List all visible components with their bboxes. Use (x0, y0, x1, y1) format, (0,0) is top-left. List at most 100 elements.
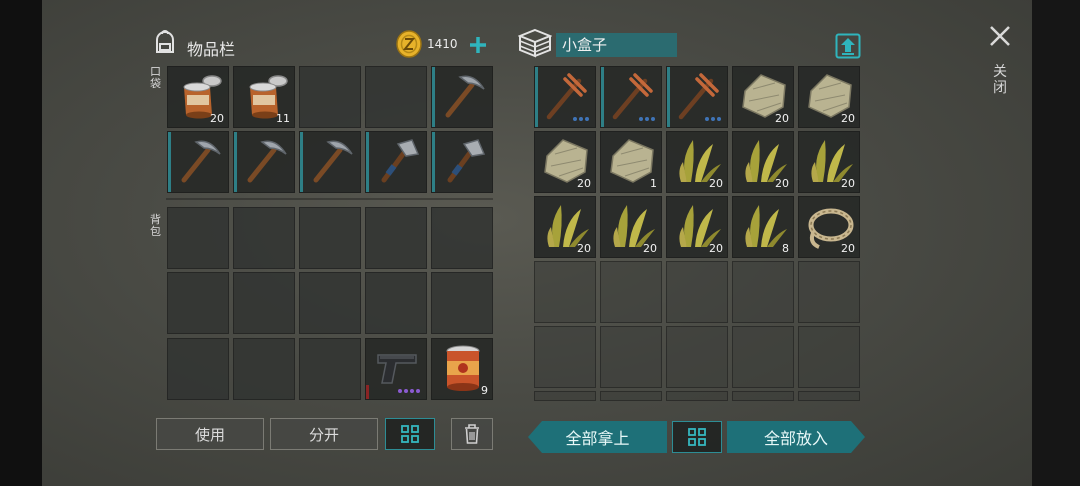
inventory-slot-plant-fiber[interactable]: 20 (600, 196, 662, 258)
empty-slot[interactable] (365, 272, 427, 334)
durability-bar (535, 67, 538, 127)
inventory-slot-plant-fiber[interactable]: 8 (732, 196, 794, 258)
empty-slot[interactable] (666, 326, 728, 388)
empty-slot[interactable] (732, 391, 794, 401)
inventory-slot-hatchet[interactable] (431, 131, 493, 193)
empty-slot[interactable] (534, 326, 596, 388)
empty-slot[interactable] (299, 207, 361, 269)
inventory-slot-food-can[interactable]: 9 (431, 338, 493, 400)
sort-container-button[interactable] (672, 421, 722, 453)
empty-slot[interactable] (233, 272, 295, 334)
empty-slot[interactable] (666, 261, 728, 323)
close-label[interactable]: 关闭 (993, 64, 1009, 96)
empty-slot[interactable] (233, 338, 295, 400)
inventory-slot-cloth[interactable]: 20 (732, 66, 794, 128)
inventory-slot-copper-pickaxe[interactable] (666, 66, 728, 128)
storage-box-icon (518, 28, 552, 58)
quality-dots (639, 117, 655, 121)
empty-slot[interactable] (167, 207, 229, 269)
empty-slot[interactable] (431, 272, 493, 334)
take-all-button[interactable]: 全部拿上 (528, 421, 667, 453)
item-count: 11 (276, 112, 290, 125)
inventory-slot-copper-pickaxe[interactable] (534, 66, 596, 128)
empty-slot[interactable] (365, 66, 427, 128)
inventory-slot-pistol[interactable] (365, 338, 427, 400)
section-divider (166, 198, 493, 200)
item-count: 20 (841, 242, 855, 255)
quality-dots (705, 117, 721, 121)
quality-dots (398, 389, 420, 393)
item-count: 20 (775, 177, 789, 190)
inventory-slot-tin-can[interactable]: 20 (167, 66, 229, 128)
upload-icon[interactable] (835, 33, 861, 59)
empty-slot[interactable] (600, 261, 662, 323)
coin-icon (396, 30, 422, 58)
empty-slot[interactable] (798, 261, 860, 323)
item-count: 20 (709, 177, 723, 190)
trash-button[interactable] (451, 418, 493, 450)
add-coins-button[interactable] (468, 35, 488, 55)
empty-slot[interactable] (299, 338, 361, 400)
empty-slot[interactable] (798, 326, 860, 388)
durability-bar (168, 132, 171, 192)
inventory-slot-plant-fiber[interactable]: 20 (798, 131, 860, 193)
inventory-slot-plant-fiber[interactable]: 20 (534, 196, 596, 258)
inventory-slot-pickaxe[interactable] (167, 131, 229, 193)
backpack-icon (156, 30, 174, 53)
empty-slot[interactable] (534, 261, 596, 323)
grid-sort-icon (688, 428, 706, 446)
item-count: 20 (643, 242, 657, 255)
empty-slot[interactable] (732, 326, 794, 388)
durability-bar (432, 132, 435, 192)
item-count: 9 (481, 384, 488, 397)
inventory-slot-tin-can[interactable]: 11 (233, 66, 295, 128)
empty-slot[interactable] (732, 261, 794, 323)
inventory-slot-plant-fiber[interactable]: 20 (666, 131, 728, 193)
empty-slot[interactable] (365, 207, 427, 269)
empty-slot[interactable] (600, 391, 662, 401)
empty-slot[interactable] (299, 66, 361, 128)
item-count: 20 (577, 242, 591, 255)
empty-slot[interactable] (233, 207, 295, 269)
item-count: 20 (841, 112, 855, 125)
inventory-slot-copper-pickaxe[interactable] (600, 66, 662, 128)
item-count: 20 (577, 177, 591, 190)
split-button[interactable]: 分开 (270, 418, 378, 450)
inventory-slot-plant-fiber[interactable]: 20 (666, 196, 728, 258)
inventory-slot-pickaxe[interactable] (233, 131, 295, 193)
left-edge (0, 0, 42, 486)
empty-slot[interactable] (798, 391, 860, 401)
coin-count: 1410 (427, 37, 458, 51)
durability-bar (366, 385, 369, 399)
empty-slot[interactable] (299, 272, 361, 334)
right-edge (1032, 0, 1080, 486)
empty-slot[interactable] (666, 391, 728, 401)
empty-slot[interactable] (167, 272, 229, 334)
put-all-button[interactable]: 全部放入 (727, 421, 865, 453)
use-button[interactable]: 使用 (156, 418, 264, 450)
inventory-slot-cloth[interactable]: 20 (534, 131, 596, 193)
quality-dots (573, 117, 589, 121)
item-count: 20 (210, 112, 224, 125)
inventory-slot-pickaxe[interactable] (299, 131, 361, 193)
inventory-slot-pickaxe[interactable] (431, 66, 493, 128)
inventory-slot-cloth[interactable]: 20 (798, 66, 860, 128)
item-count: 20 (841, 177, 855, 190)
empty-slot[interactable] (600, 326, 662, 388)
inventory-slot-cloth[interactable]: 1 (600, 131, 662, 193)
inventory-slot-plant-fiber[interactable]: 20 (732, 131, 794, 193)
empty-slot[interactable] (534, 391, 596, 401)
durability-bar (234, 132, 237, 192)
trash-icon (465, 424, 479, 444)
inventory-slot-rope[interactable]: 20 (798, 196, 860, 258)
item-count: 8 (782, 242, 789, 255)
backpack-label: 背包 (150, 213, 161, 238)
container-name-field[interactable]: 小盒子 (556, 33, 677, 57)
item-count: 20 (775, 112, 789, 125)
sort-inventory-button[interactable] (385, 418, 435, 450)
empty-slot[interactable] (167, 338, 229, 400)
empty-slot[interactable] (431, 207, 493, 269)
grid-sort-icon (401, 425, 419, 443)
close-icon[interactable] (988, 24, 1012, 48)
inventory-slot-hatchet[interactable] (365, 131, 427, 193)
